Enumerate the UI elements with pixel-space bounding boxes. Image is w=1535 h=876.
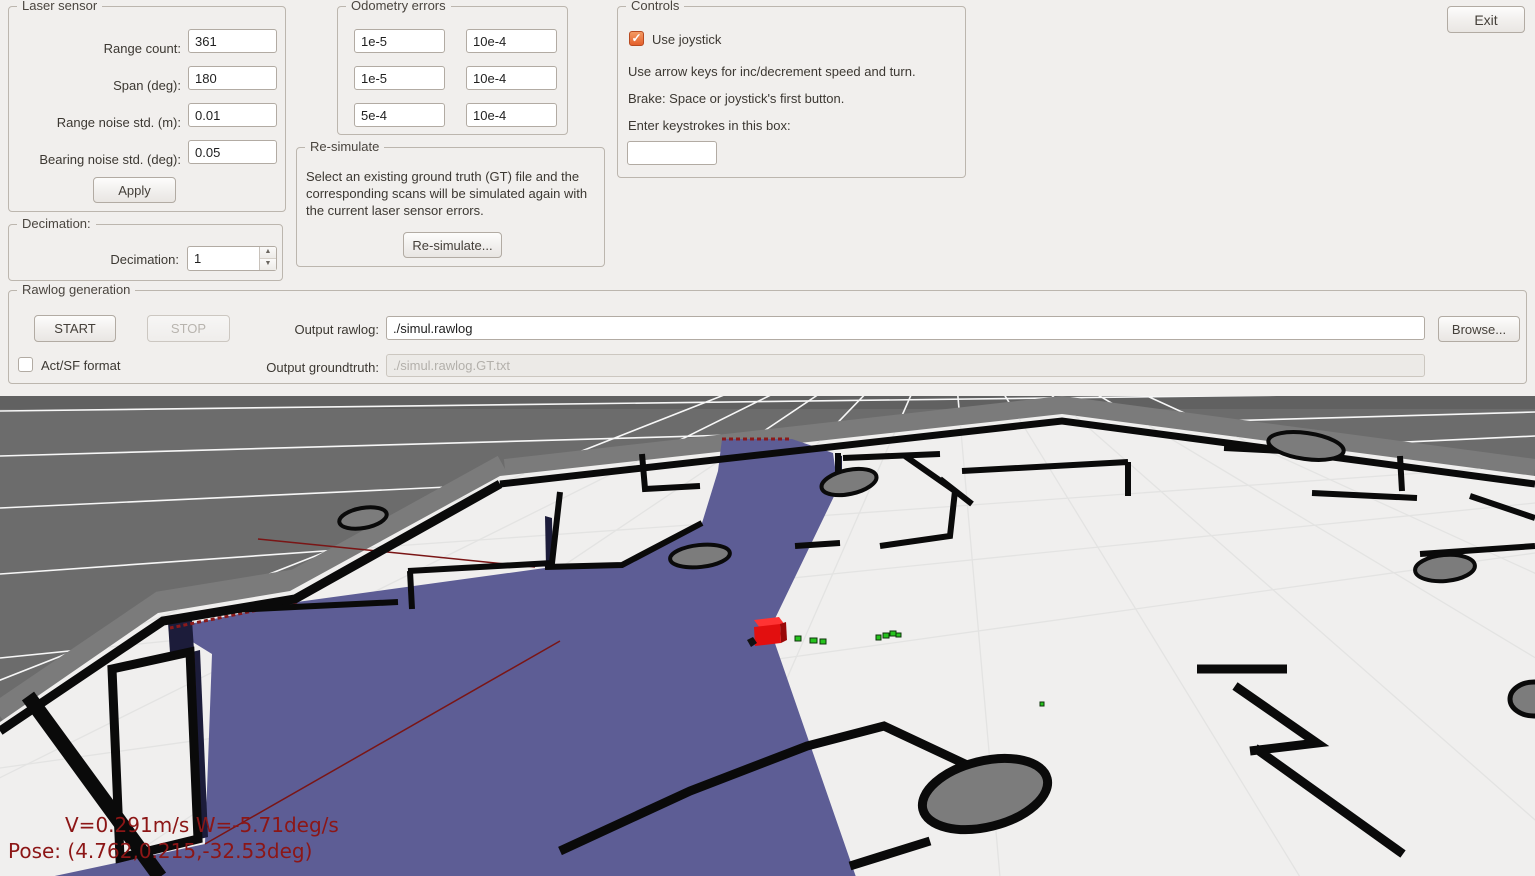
odometry-input-2[interactable]	[466, 29, 557, 53]
rawlog-generation-title: Rawlog generation	[17, 282, 135, 297]
resimulate-group: Re-simulate Select an existing ground tr…	[296, 147, 605, 267]
controls-group: Controls ✓ Use joystick Use arrow keys f…	[617, 6, 966, 178]
decimation-input[interactable]	[188, 247, 259, 270]
horizon-band	[0, 396, 1535, 409]
exit-button[interactable]: Exit	[1447, 6, 1525, 33]
odometry-errors-title: Odometry errors	[346, 0, 451, 13]
actsf-format-label: Act/SF format	[41, 358, 120, 373]
bearing-noise-label: Bearing noise std. (deg):	[9, 152, 181, 167]
start-button[interactable]: START	[34, 315, 116, 342]
controls-line-3: Enter keystrokes in this box:	[628, 118, 791, 133]
laser-sensor-group: Laser sensor Range count: Span (deg): Ra…	[8, 6, 286, 212]
top-control-panel: Laser sensor Range count: Span (deg): Ra…	[0, 0, 1535, 396]
decimation-title: Decimation:	[17, 216, 96, 231]
bearing-noise-input[interactable]	[188, 140, 277, 164]
hud-velocity-text: V=0.291m/s W=-5.71deg/s	[65, 813, 339, 837]
apply-button[interactable]: Apply	[93, 177, 176, 203]
decimation-group: Decimation: Decimation: ▲ ▼	[8, 224, 283, 281]
span-input[interactable]	[188, 66, 277, 90]
odometry-input-6[interactable]	[466, 103, 557, 127]
hud-pose-text: Pose: (4.762,0.215,-32.53deg)	[8, 839, 312, 863]
output-rawlog-input[interactable]	[386, 316, 1425, 340]
range-count-label: Range count:	[9, 41, 181, 56]
use-joystick-label: Use joystick	[652, 32, 721, 47]
keystroke-input[interactable]	[627, 141, 717, 165]
controls-title: Controls	[626, 0, 684, 13]
range-noise-input[interactable]	[188, 103, 277, 127]
odometry-errors-group: Odometry errors	[337, 6, 568, 135]
output-groundtruth-label: Output groundtruth:	[209, 360, 379, 375]
odometry-input-4[interactable]	[466, 66, 557, 90]
output-groundtruth-input	[386, 354, 1425, 377]
use-joystick-checkbox[interactable]: ✓	[629, 31, 644, 46]
decimation-spinner[interactable]: ▲ ▼	[187, 246, 277, 271]
actsf-format-checkbox[interactable]	[18, 357, 33, 372]
odometry-input-3[interactable]	[354, 66, 445, 90]
odometry-input-5[interactable]	[354, 103, 445, 127]
browse-button[interactable]: Browse...	[1438, 316, 1520, 342]
output-rawlog-label: Output rawlog:	[209, 322, 379, 337]
spin-up-icon[interactable]: ▲	[260, 247, 276, 259]
resimulate-description: Select an existing ground truth (GT) fil…	[306, 168, 599, 219]
resimulate-button[interactable]: Re-simulate...	[403, 232, 502, 258]
odometry-input-1[interactable]	[354, 29, 445, 53]
resimulate-title: Re-simulate	[305, 139, 384, 154]
laser-sensor-title: Laser sensor	[17, 0, 102, 13]
decimation-spin-buttons[interactable]: ▲ ▼	[259, 247, 276, 270]
rawlog-generation-group: Rawlog generation START STOP Output rawl…	[8, 290, 1527, 384]
spin-down-icon[interactable]: ▼	[260, 259, 276, 270]
decimation-label: Decimation:	[9, 252, 179, 267]
span-label: Span (deg):	[9, 78, 181, 93]
range-noise-label: Range noise std. (m):	[9, 115, 181, 130]
controls-line-2: Brake: Space or joystick's first button.	[628, 91, 844, 106]
range-count-input[interactable]	[188, 29, 277, 53]
controls-line-1: Use arrow keys for inc/decrement speed a…	[628, 64, 916, 79]
3d-viewport[interactable]: V=0.291m/s W=-5.71deg/s Pose: (4.762,0.2…	[0, 396, 1535, 876]
